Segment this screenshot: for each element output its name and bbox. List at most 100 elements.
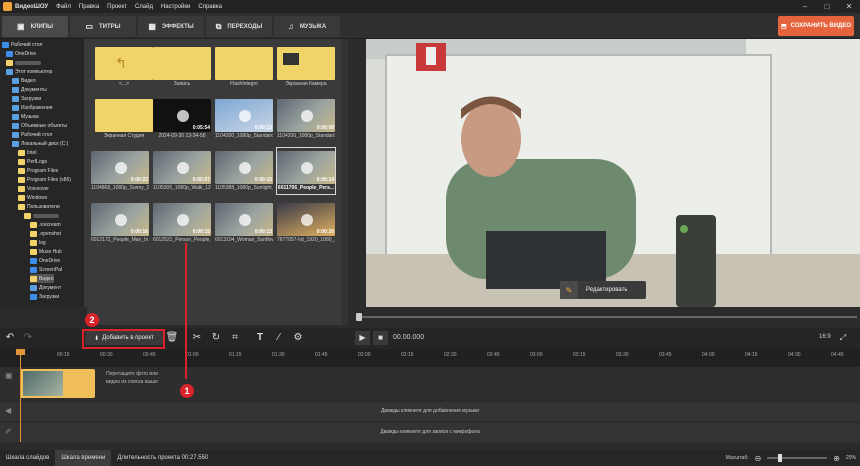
- folder-icon: [215, 47, 273, 80]
- video-track[interactable]: ▣ Перетащите фото или видео из списка вы…: [0, 367, 860, 400]
- grid-item-caption: Экранная Камера: [285, 81, 327, 87]
- play-icon: [115, 162, 127, 174]
- tree-item[interactable]: Пользователи: [18, 202, 60, 211]
- tree-item[interactable]: PerfLogs: [18, 157, 47, 166]
- arrow-up-icon: ↰: [115, 55, 127, 71]
- grid-item-video-selected[interactable]: 0:00:14 6011706_People_Pers...: [276, 147, 336, 195]
- tree-item[interactable]: Документ: [30, 283, 61, 292]
- gear-icon[interactable]: ⚙: [291, 331, 305, 345]
- tree-item-label: Muse Hub: [39, 248, 62, 255]
- tree-item[interactable]: OneDrive: [30, 256, 60, 265]
- tree-item[interactable]: Загрузки: [30, 292, 59, 301]
- video-track-icon: ▣: [5, 371, 13, 380]
- tree-item[interactable]: Этот компьютер: [6, 67, 52, 76]
- play-icon: [301, 162, 313, 174]
- tab-music[interactable]: ♫ МУЗЫКА: [274, 16, 340, 37]
- seek-bar[interactable]: [356, 311, 860, 323]
- save-video-button[interactable]: ⬒ СОХРАНИТЬ ВИДЕО: [778, 16, 854, 36]
- zoom-slider-handle[interactable]: [778, 454, 783, 462]
- music-track[interactable]: ◀ Дважды кликните для добавления музыки: [0, 402, 860, 421]
- tree-item-label: Intel: [27, 149, 37, 156]
- tree-item-selected[interactable]: Видео: [30, 274, 54, 283]
- redo-icon[interactable]: ↷: [21, 331, 35, 345]
- tree-item[interactable]: Program Files: [18, 166, 58, 175]
- play-button[interactable]: ▶: [355, 331, 370, 345]
- tree-item[interactable]: Документы: [12, 85, 47, 94]
- folder-icon: ↰: [95, 47, 153, 80]
- tree-item[interactable]: Voiceover: [18, 184, 49, 193]
- tree-item[interactable]: Windows: [18, 193, 47, 202]
- tree-item[interactable]: .icecream: [30, 220, 61, 229]
- fullscreen-icon[interactable]: ⤢: [836, 331, 850, 345]
- folder-icon: [24, 212, 31, 219]
- tree-item-label: OneDrive: [15, 50, 37, 57]
- tab-time-timeline[interactable]: Шкала времени: [55, 450, 112, 466]
- tree-item[interactable]: [6, 58, 41, 67]
- tab-titles[interactable]: ▭ ТИТРЫ: [70, 16, 136, 37]
- timeline-ruler[interactable]: 00:15 00:30 00:45 01:00 01:15 01:30 01:4…: [0, 349, 860, 367]
- tab-effects[interactable]: ▦ ЭФФЕКТЫ: [138, 16, 204, 37]
- menu-file[interactable]: Файл: [56, 4, 71, 10]
- tree-item[interactable]: Музыка: [12, 112, 39, 121]
- tab-clips[interactable]: ▣ КЛИПЫ: [2, 16, 68, 37]
- tree-item[interactable]: Muse Hub: [30, 247, 62, 256]
- menu-help[interactable]: Справка: [198, 4, 222, 10]
- seek-handle[interactable]: [356, 313, 362, 321]
- magic-wand-icon[interactable]: ⁄: [272, 331, 286, 345]
- tree-item[interactable]: Изображения: [12, 103, 52, 112]
- zoom-label: Масштаб:: [725, 455, 749, 461]
- play-icon: [301, 214, 313, 226]
- close-icon[interactable]: ✕: [838, 0, 860, 13]
- trash-icon[interactable]: 🗑: [165, 331, 179, 345]
- edit-button[interactable]: ✎ Редактировать: [560, 281, 646, 299]
- menu-project[interactable]: Проект: [107, 4, 127, 10]
- tree-item[interactable]: Intel: [18, 148, 36, 157]
- zoom-out-icon[interactable]: ⊖: [755, 454, 762, 463]
- play-icon: [301, 110, 313, 122]
- tree-item[interactable]: Рабочий стол: [2, 40, 42, 49]
- play-icon: [239, 162, 251, 174]
- titles-icon: ▭: [85, 22, 94, 31]
- menu-settings[interactable]: Настройки: [161, 4, 190, 10]
- tree-item[interactable]: [24, 211, 59, 220]
- menu-edit[interactable]: Правка: [79, 4, 99, 10]
- grid-item-caption: 7677057-hd_1920_1080_...: [277, 237, 335, 243]
- crop-icon[interactable]: ⌗: [228, 331, 242, 345]
- annotation-badge-2: 2: [85, 313, 99, 327]
- folder-icon: [30, 248, 37, 255]
- zoom-in-icon[interactable]: ⊕: [833, 454, 840, 463]
- tree-item[interactable]: Видео: [12, 76, 36, 85]
- aspect-ratio[interactable]: 16:9: [819, 334, 831, 340]
- tree-item[interactable]: Рабочий стол: [12, 130, 52, 139]
- scissors-icon[interactable]: ✂: [190, 331, 204, 345]
- tab-transitions[interactable]: ⧉ ПЕРЕХОДЫ: [206, 16, 272, 37]
- rotate-icon[interactable]: ↻: [209, 331, 223, 345]
- grid-scrollbar[interactable]: [342, 39, 348, 325]
- tree-item[interactable]: Локальный диск (C:): [12, 139, 68, 148]
- video-thumbnail: 0:05:54: [153, 99, 211, 132]
- documents-icon: [30, 284, 37, 291]
- tab-slides-timeline[interactable]: Шкала слайдов: [0, 450, 55, 466]
- grid-item-caption: Экранная Студия: [103, 133, 145, 139]
- video-preview: ✎ Редактировать: [366, 39, 860, 307]
- zoom-slider[interactable]: [767, 454, 828, 462]
- text-icon[interactable]: T: [253, 331, 267, 345]
- zoom-value: 20%: [845, 455, 856, 461]
- tree-item-label: Объемные объекты: [21, 122, 67, 129]
- folder-icon: [30, 266, 37, 273]
- menu-slide[interactable]: Слайд: [135, 4, 153, 10]
- tree-item[interactable]: OneDrive: [6, 49, 36, 58]
- stop-button[interactable]: ■: [373, 331, 388, 345]
- menu-bar: ВидеоШОУ Файл Правка Проект Слайд Настро…: [0, 0, 860, 13]
- tree-item[interactable]: log: [30, 238, 46, 247]
- tree-item[interactable]: Загрузки: [12, 94, 41, 103]
- mic-track[interactable]: ✐ Дважды кликните для записи с микрофона: [0, 423, 860, 442]
- minimize-icon[interactable]: –: [794, 0, 816, 13]
- tree-item[interactable]: Program Files (x86): [18, 175, 71, 184]
- tree-item[interactable]: .openshot: [30, 229, 61, 238]
- maximize-icon[interactable]: □: [816, 0, 838, 13]
- tree-item[interactable]: Объемные объекты: [12, 121, 67, 130]
- timeline-clip[interactable]: [20, 369, 95, 398]
- undo-icon[interactable]: ↶: [3, 331, 17, 345]
- tree-item[interactable]: ScreenPal: [30, 265, 62, 274]
